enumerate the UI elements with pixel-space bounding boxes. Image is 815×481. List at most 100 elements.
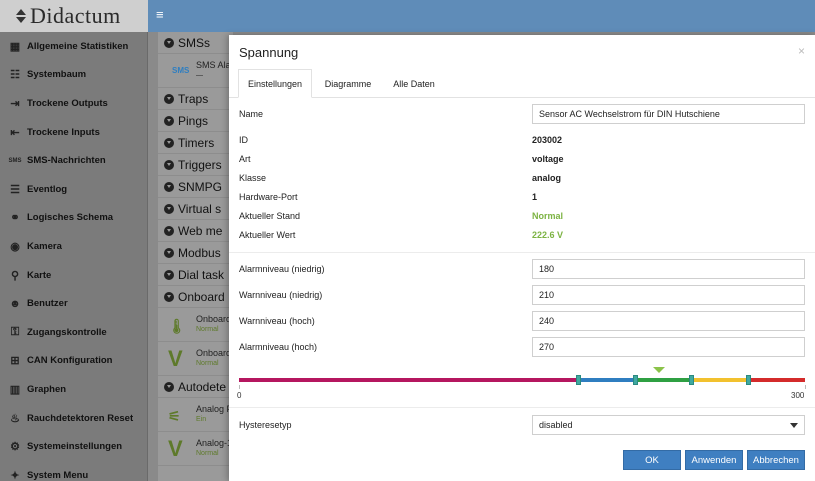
sidebar-item[interactable]: ⚿ Zugangskontrolle bbox=[0, 318, 147, 347]
sidebar-item[interactable]: ⚙ Systemeinstellungen bbox=[0, 432, 147, 461]
cancel-button[interactable]: Abbrechen bbox=[747, 450, 805, 470]
sidebar-item-label: Rauchdetektoren Reset bbox=[27, 412, 134, 424]
sidebar-item-label: Kamera bbox=[27, 240, 62, 252]
logo-text: Didactum bbox=[30, 3, 121, 28]
tree-group-label: SNMPG bbox=[178, 179, 223, 194]
close-icon[interactable]: × bbox=[798, 44, 805, 58]
user-icon: ☻ bbox=[9, 297, 21, 310]
info-value-klasse: analog bbox=[532, 173, 562, 183]
sidebar-item[interactable]: ⚭ Logisches Schema bbox=[0, 204, 147, 233]
tree-group-row[interactable]: Modbus bbox=[158, 242, 233, 264]
tree-group-row[interactable]: Autodete bbox=[158, 376, 233, 398]
sidebar-item[interactable]: ◉ Kamera bbox=[0, 232, 147, 261]
sidebar-item-label: Graphen bbox=[27, 383, 67, 395]
sidebar-item[interactable]: ⇤ Trockene Inputs bbox=[0, 118, 147, 147]
sidebar-item[interactable]: ☻ Benutzer bbox=[0, 289, 147, 318]
chevron-down-icon bbox=[164, 182, 174, 192]
menu-toggle-icon[interactable]: ≡ bbox=[156, 8, 168, 21]
tab-alle-daten[interactable]: Alle Daten bbox=[384, 69, 444, 98]
chevron-down-icon bbox=[164, 138, 174, 148]
tree-group-row[interactable]: SNMPG bbox=[158, 176, 233, 198]
sms-badge-icon: SMS bbox=[172, 66, 190, 75]
sensor-list-item[interactable]: 🌡 Onboard Normal bbox=[158, 308, 233, 342]
tree-group-row[interactable]: Triggers bbox=[158, 154, 233, 176]
sensor-list-item[interactable]: V Analog-1 Normal bbox=[158, 432, 233, 466]
info-label-aktueller-stand: Aktueller Stand bbox=[239, 211, 301, 221]
warn-low-segment bbox=[578, 378, 636, 382]
chevron-down-icon bbox=[164, 38, 174, 48]
sidebar-item[interactable]: SMS SMS-Nachrichten bbox=[0, 146, 147, 175]
info-label-id: ID bbox=[239, 135, 248, 145]
threshold-range-slider[interactable]: 0 300 bbox=[237, 367, 806, 401]
sensor-status: Normal bbox=[196, 450, 219, 457]
warn-high-label: Warnniveau (hoch) bbox=[239, 316, 315, 326]
voltage-v-icon: V bbox=[168, 346, 183, 371]
tree-group-row[interactable]: Virtual s bbox=[158, 198, 233, 220]
lock-icon: ⚿ bbox=[10, 325, 20, 338]
sidebar-item[interactable]: ⊞ CAN Konfiguration bbox=[0, 347, 147, 376]
tree-group-row[interactable]: Traps bbox=[158, 88, 233, 110]
warn-high-input[interactable]: 240 bbox=[532, 311, 805, 331]
sensor-settings-modal: Spannung × Einstellungen Diagramme Alle … bbox=[229, 35, 815, 481]
hysteresis-select-value: disabled bbox=[539, 420, 573, 430]
range-tick bbox=[239, 385, 240, 389]
logo[interactable]: Didactum bbox=[0, 0, 148, 32]
tree-group-label: Triggers bbox=[178, 157, 222, 172]
tree-group-row[interactable]: Web me bbox=[158, 220, 233, 242]
sidebar-item[interactable]: ▦ Allgemeine Statistiken bbox=[0, 32, 147, 61]
tree-group-row[interactable]: Pings bbox=[158, 110, 233, 132]
tree-group-label: Traps bbox=[178, 91, 209, 106]
chevron-down-icon bbox=[164, 204, 174, 214]
sensor-title: Analog-1 bbox=[196, 438, 233, 448]
map-pin-icon: ⚲ bbox=[10, 269, 20, 282]
link-icon: ⚭ bbox=[10, 212, 20, 225]
range-handle[interactable] bbox=[632, 375, 638, 385]
sidebar-item-label: Zugangskontrolle bbox=[27, 326, 107, 338]
tree-group-label: Pings bbox=[178, 113, 209, 128]
range-handle[interactable] bbox=[745, 375, 751, 385]
name-input[interactable]: Sensor AC Wechselstrom für DIN Hutschien… bbox=[532, 104, 805, 124]
tree-group-label: Timers bbox=[178, 135, 215, 150]
info-label-klasse: Klasse bbox=[239, 173, 267, 183]
chevron-down-icon bbox=[790, 423, 798, 428]
sidebar-item[interactable]: ☷ Systembaum bbox=[0, 61, 147, 90]
list-icon: ☰ bbox=[10, 183, 20, 196]
alarm-high-input[interactable]: 270 bbox=[532, 337, 805, 357]
sensor-list-item[interactable]: ⚟ Analog P Ein bbox=[158, 398, 233, 432]
tree-group-label: Dial task bbox=[178, 267, 225, 282]
info-value-hardware-port: 1 bbox=[532, 192, 538, 202]
sensor-title: Onboard bbox=[196, 348, 232, 358]
sidebar-item[interactable]: ♨ Rauchdetektoren Reset bbox=[0, 404, 147, 433]
apply-button[interactable]: Anwenden bbox=[685, 450, 743, 470]
sidebar-item[interactable]: ▥ Graphen bbox=[0, 375, 147, 404]
range-handle[interactable] bbox=[576, 375, 582, 385]
sensor-list-item[interactable]: V Onboard Normal bbox=[158, 342, 233, 376]
range-handle[interactable] bbox=[689, 375, 695, 385]
sidebar-item[interactable]: ✦ System Menu bbox=[0, 461, 147, 481]
ok-button[interactable]: OK bbox=[623, 450, 681, 470]
sidebar-item-label: Trockene Outputs bbox=[27, 97, 108, 109]
alarm-low-input[interactable]: 180 bbox=[532, 259, 805, 279]
info-value-art: voltage bbox=[532, 154, 564, 164]
info-value-aktueller-wert: 222.6 V bbox=[532, 230, 564, 240]
voltage-v-icon: V bbox=[168, 436, 183, 461]
sms-alarm-item[interactable]: SMS SMS Alar — bbox=[158, 54, 234, 88]
tree-group-row[interactable]: Dial task bbox=[158, 264, 233, 286]
tree-group-row[interactable]: Onboard bbox=[158, 286, 233, 308]
sidebar-item-label: System Menu bbox=[27, 469, 89, 481]
sidebar-item[interactable]: ⇥ Trockene Outputs bbox=[0, 89, 147, 118]
sliders-icon: ⚙ bbox=[10, 441, 20, 454]
tab-einstellungen[interactable]: Einstellungen bbox=[238, 69, 312, 98]
tab-diagramme[interactable]: Diagramme bbox=[317, 69, 379, 98]
info-label-aktueller-wert: Aktueller Wert bbox=[239, 230, 296, 240]
sidebar-item[interactable]: ☰ Eventlog bbox=[0, 175, 147, 204]
sidebar-item[interactable]: ⚲ Karte bbox=[0, 261, 147, 290]
input-icon: ⇤ bbox=[10, 126, 20, 139]
fire-icon: ♨ bbox=[10, 412, 20, 425]
tree-group-row[interactable]: Timers bbox=[158, 132, 233, 154]
warn-low-input[interactable]: 210 bbox=[532, 285, 805, 305]
tree-group-row[interactable]: SMSs bbox=[158, 32, 233, 54]
modal-title: Spannung bbox=[239, 45, 299, 60]
chevron-down-icon bbox=[164, 116, 174, 126]
hysteresis-select[interactable]: disabled bbox=[532, 415, 805, 435]
